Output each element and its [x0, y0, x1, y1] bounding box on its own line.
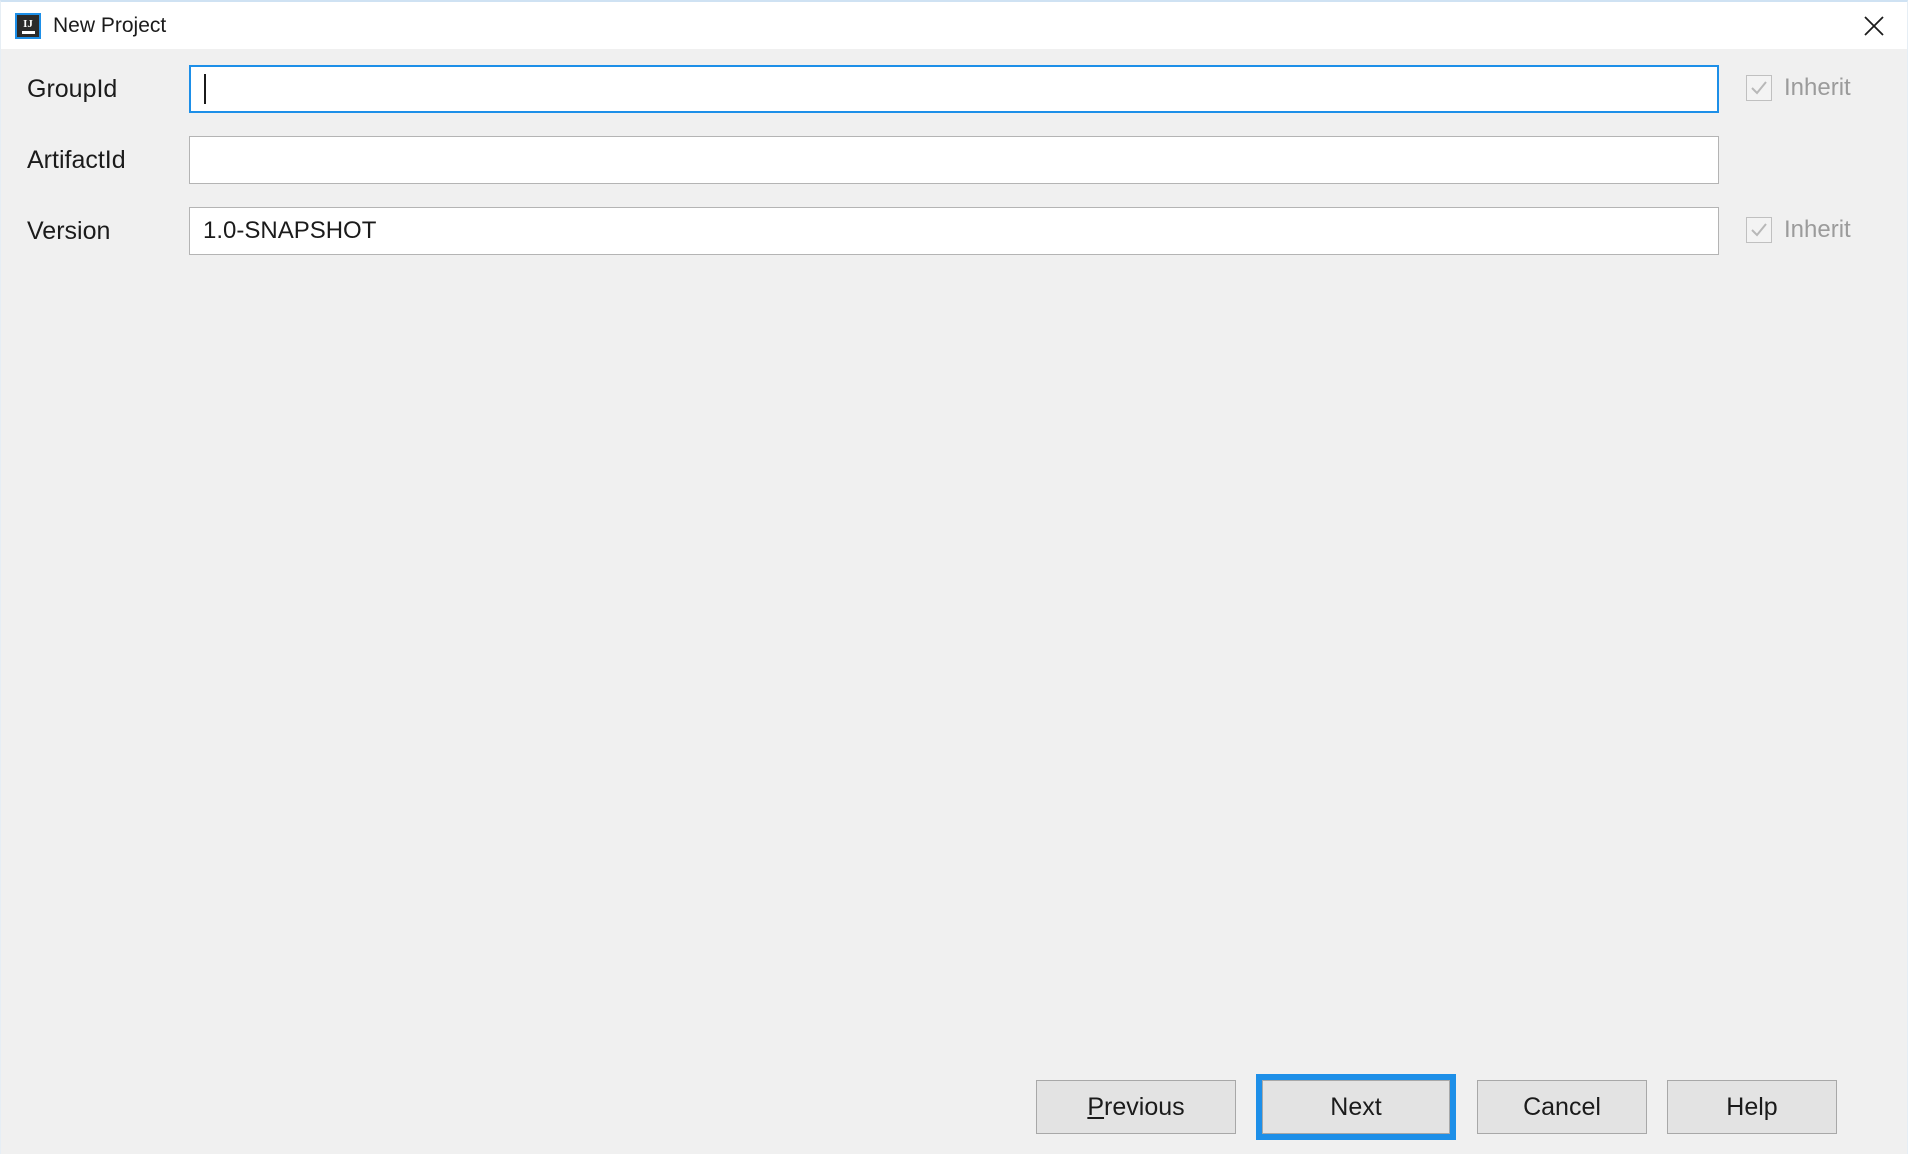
- version-label: Version: [27, 217, 111, 245]
- next-button-face: Next: [1262, 1080, 1450, 1134]
- artifactid-label: ArtifactId: [27, 146, 126, 174]
- new-project-dialog: IJ New Project GroupId Inherit ArtifactI…: [0, 0, 1908, 1154]
- previous-button[interactable]: Previous: [1036, 1080, 1236, 1134]
- groupid-inherit-label: Inherit: [1784, 74, 1851, 101]
- dialog-titlebar: IJ New Project: [1, 2, 1907, 49]
- checkmark-icon[interactable]: [1746, 75, 1772, 101]
- version-inherit-label: Inherit: [1784, 216, 1851, 243]
- text-caret: [204, 74, 206, 104]
- version-input-value: 1.0-SNAPSHOT: [203, 217, 377, 244]
- groupid-input[interactable]: [189, 65, 1719, 113]
- intellij-idea-icon-bar: [21, 30, 35, 34]
- close-icon[interactable]: [1841, 2, 1907, 49]
- version-input[interactable]: 1.0-SNAPSHOT: [189, 207, 1719, 255]
- previous-button-mnemonic: P: [1087, 1092, 1105, 1121]
- groupid-label: GroupId: [27, 75, 118, 103]
- dialog-button-bar: Previous Next Cancel Help: [1, 1062, 1907, 1154]
- intellij-idea-icon: IJ: [15, 13, 41, 39]
- form-row-artifactid: ArtifactId: [1, 136, 1907, 184]
- artifactid-input[interactable]: [189, 136, 1719, 184]
- checkmark-icon[interactable]: [1746, 217, 1772, 243]
- help-button[interactable]: Help: [1667, 1080, 1837, 1134]
- form-row-version: Version 1.0-SNAPSHOT Inherit: [1, 207, 1907, 255]
- intellij-idea-icon-letters: IJ: [23, 17, 33, 30]
- groupid-inherit-group[interactable]: Inherit: [1746, 73, 1851, 103]
- next-button[interactable]: Next: [1256, 1074, 1456, 1140]
- help-button-label: Help: [1726, 1092, 1778, 1121]
- form-row-groupid: GroupId Inherit: [1, 65, 1907, 113]
- next-button-label: Next: [1330, 1092, 1382, 1121]
- version-inherit-group[interactable]: Inherit: [1746, 215, 1851, 245]
- dialog-title: New Project: [53, 14, 167, 37]
- previous-button-label: revious: [1104, 1092, 1185, 1121]
- cancel-button-label: Cancel: [1523, 1092, 1601, 1121]
- cancel-button[interactable]: Cancel: [1477, 1080, 1647, 1134]
